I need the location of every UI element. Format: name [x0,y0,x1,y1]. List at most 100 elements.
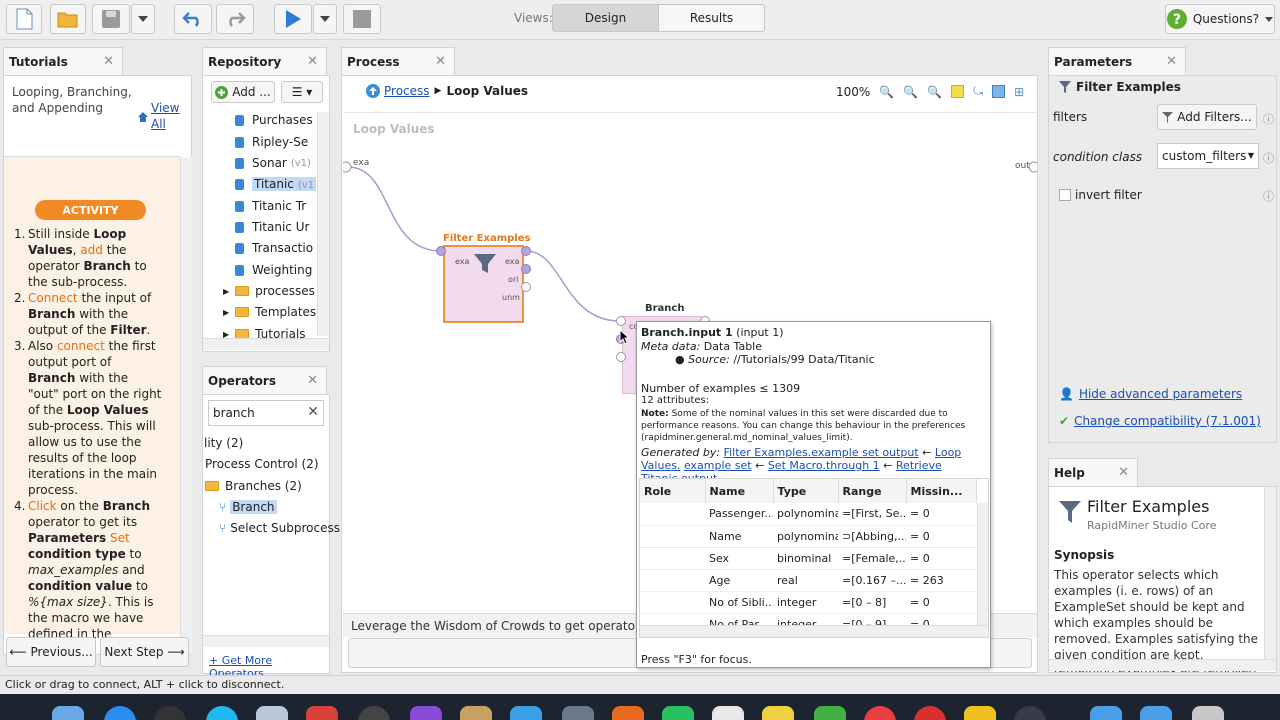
change-compatibility-link[interactable]: Change compatibility (7.1.001) [1074,414,1261,428]
undo-button[interactable] [174,4,212,34]
view-all-link[interactable]: View All [151,100,181,132]
table-row[interactable]: Name polynominal ⊃[Abbing,... = 0 [640,525,976,548]
operator-search-input[interactable]: branch ✕ [208,400,324,426]
list-item[interactable]: Titanic Tr [235,196,306,216]
table-row[interactable]: Sex binominal =[Female,... = 0 [640,547,976,570]
auto-wire-icon[interactable]: ⤿ [973,84,983,99]
tab-repository[interactable]: Repository ✕ [202,47,327,76]
close-icon[interactable]: ✕ [1166,54,1177,69]
table-scrollbar-v[interactable] [977,503,988,625]
trash-icon[interactable] [1192,706,1224,720]
port-circle[interactable] [616,316,626,326]
close-icon[interactable]: ✕ [307,373,318,388]
run-process-button[interactable] [274,4,312,34]
port-circle[interactable] [521,264,531,274]
table-row[interactable]: Age real =[0.167 –... = 263 [640,569,976,592]
dock-app-icon[interactable] [662,706,694,720]
dock-app-icon[interactable] [256,706,288,720]
column-header[interactable]: Missin... [906,479,977,503]
condition-class-select[interactable]: custom_filters ▼ [1157,143,1259,169]
list-item[interactable]: Titanic Ur [235,217,309,237]
tab-tutorials[interactable]: Tutorials ✕ [3,47,123,76]
list-item[interactable]: Weighting [235,260,312,280]
info-icon[interactable]: ⓘ [1263,111,1274,127]
questions-button[interactable]: ? Questions? [1165,4,1275,34]
list-item[interactable]: ⑂ Branch [219,497,277,517]
repository-scrollbar-h[interactable] [203,338,329,350]
column-header[interactable]: Range [838,479,907,503]
info-icon[interactable]: ⓘ [1263,150,1274,166]
tab-results[interactable]: Results [659,4,765,32]
add-note-icon[interactable] [951,85,965,98]
stop-process-button[interactable] [343,4,381,34]
redo-button[interactable] [216,4,254,34]
dock-app-icon[interactable] [410,706,442,720]
dock-app-icon[interactable] [460,706,492,720]
port-circle[interactable] [436,246,446,256]
list-item[interactable]: Branches (2) [205,476,302,496]
list-item[interactable]: ▶ processes [223,281,315,301]
dock-app-icon[interactable] [206,706,238,720]
close-icon[interactable]: ✕ [435,54,446,69]
dock-app-icon[interactable] [914,706,946,720]
table-row[interactable]: No of Sibli... integer =[0 – 8] = 0 [640,591,976,614]
dock-app-icon[interactable] [712,706,744,720]
column-header[interactable]: Type [773,479,839,503]
help-scrollbar-v[interactable] [1264,487,1276,659]
open-process-button[interactable] [50,4,86,34]
close-icon[interactable]: ✕ [1118,465,1129,480]
list-item[interactable]: ▶ Templates [223,302,316,322]
dock-folder-icon[interactable] [1090,706,1122,720]
close-icon[interactable]: ✕ [307,54,318,69]
dock-app-icon[interactable] [562,706,594,720]
zoom-in-icon[interactable]: 🔍 [879,85,894,99]
save-button[interactable] [92,4,130,34]
hide-advanced-link[interactable]: Hide advanced parameters [1079,387,1242,401]
dock-app-icon[interactable] [52,706,84,720]
dock-app-icon[interactable] [510,706,542,720]
generated-link[interactable]: example set [684,459,752,472]
tutorial-scrollbar[interactable] [180,157,192,654]
dock-app-icon[interactable] [814,706,846,720]
repository-menu-button[interactable]: ☰ ▾ [281,81,323,103]
zoom-out-icon[interactable]: 🔍 [903,85,918,99]
generated-link[interactable]: Set Macro.through 1 [768,459,880,472]
help-scrollbar-h[interactable] [1049,659,1276,671]
dock-app-icon[interactable] [358,706,390,720]
tab-operators[interactable]: Operators ✕ [202,366,327,395]
previous-button[interactable]: ⟵ Previous... [6,637,96,667]
add-repository-button[interactable]: Add ... [211,81,275,103]
repository-scrollbar-v[interactable] [317,112,329,336]
column-header[interactable]: Role [640,479,706,503]
layout-icon[interactable] [992,85,1006,98]
port-circle[interactable] [1028,161,1037,173]
list-item[interactable]: ⑂ Select Subprocess [219,518,340,538]
table-scrollbar-h[interactable] [640,625,988,637]
dock-app-icon[interactable] [104,706,136,720]
info-icon[interactable]: ⓘ [1263,188,1274,204]
next-step-button[interactable]: Next Step ⟶ [100,637,189,667]
tab-process[interactable]: Process ✕ [341,47,455,76]
dock-folder-icon[interactable] [1140,706,1172,720]
port-circle[interactable] [521,246,531,256]
list-item[interactable]: lity (2) [204,433,243,453]
clear-search-icon[interactable]: ✕ [307,404,319,420]
list-item[interactable]: Titanic (v1 [235,174,317,194]
list-item[interactable]: Process Control (2) [205,454,319,474]
expand-icon[interactable]: ▶ [223,287,229,296]
operators-scrollbar-h[interactable] [203,635,329,647]
list-item[interactable]: Ripley-Se [235,132,308,152]
save-dropdown-button[interactable] [131,4,155,34]
dock-app-icon[interactable] [306,706,338,720]
dock-app-icon[interactable] [864,706,896,720]
port-circle[interactable] [521,282,531,292]
run-dropdown-button[interactable] [313,4,337,34]
breadcrumb-root[interactable]: Process [384,84,430,98]
generated-link[interactable]: Filter Examples.example set output [724,446,919,459]
tab-help[interactable]: Help ✕ [1048,458,1138,487]
zoom-fit-icon[interactable]: 🔍 [927,85,942,99]
table-row[interactable]: Passenger... polynominal =[First, Se... = 0 [640,503,976,526]
new-process-button[interactable] [6,4,42,34]
close-icon[interactable]: ✕ [103,54,114,69]
arrange-icon[interactable]: ⊞ [1014,85,1024,99]
